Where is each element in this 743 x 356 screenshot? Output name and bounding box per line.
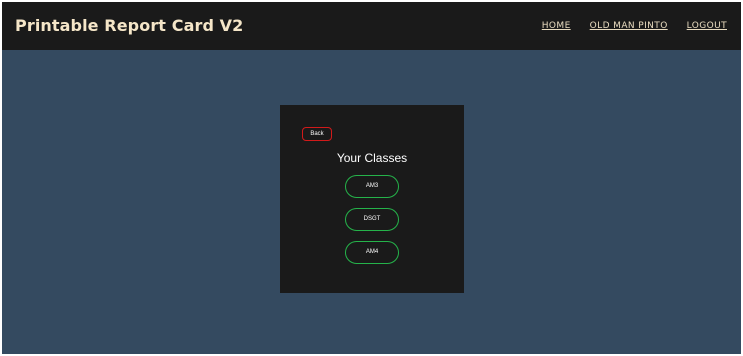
nav-link-user[interactable]: OLD MAN PINTO: [590, 21, 668, 31]
nav-link-logout[interactable]: LOGOUT: [687, 21, 727, 31]
class-button-dsgt[interactable]: DSGT: [345, 208, 399, 231]
class-button-am3[interactable]: AM3: [345, 175, 399, 198]
top-navbar: Printable Report Card V2 HOME OLD MAN PI…: [2, 2, 741, 50]
back-button[interactable]: Back: [302, 127, 332, 141]
nav-links: HOME OLD MAN PINTO LOGOUT: [542, 21, 727, 31]
nav-link-home[interactable]: HOME: [542, 21, 571, 31]
app-frame: Printable Report Card V2 HOME OLD MAN PI…: [2, 2, 741, 354]
class-button-am4[interactable]: AM4: [345, 241, 399, 264]
classes-panel: Back Your Classes AM3 DSGT AM4: [280, 105, 464, 293]
brand-title: Printable Report Card V2: [15, 16, 244, 35]
panel-title: Your Classes: [336, 151, 408, 165]
